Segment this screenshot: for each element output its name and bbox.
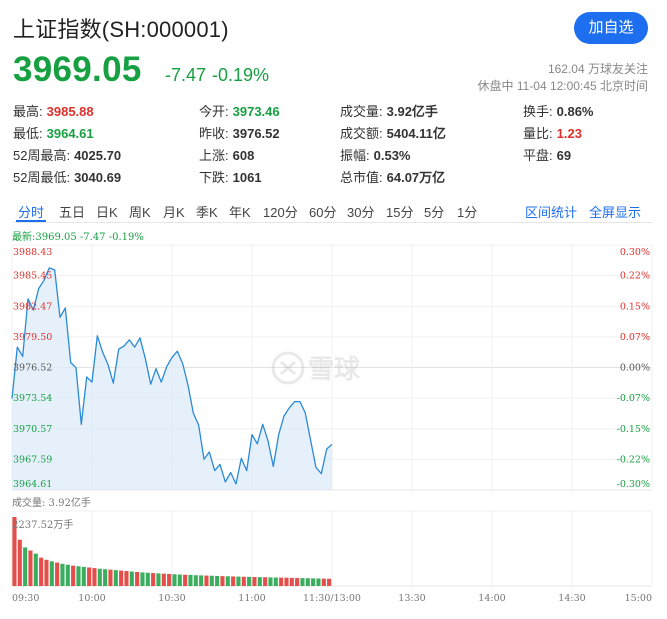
volume-bar [23,547,28,586]
x-tick: 09:30 [12,593,39,604]
volume-bar [44,559,49,586]
volume-bar [156,573,161,586]
volume-bar [252,577,257,586]
volume-bar [295,577,300,586]
y-tick-left: 3976.52 [13,363,52,374]
y-tick-left: 3967.59 [13,454,52,465]
x-tick: 11:00 [238,593,265,604]
volume-bar [177,574,182,586]
volume-bar [87,567,92,586]
volume-bar [151,573,156,586]
x-tick: 10:00 [78,593,105,604]
volume-bar [183,574,188,586]
x-tick: 14:30 [558,593,585,604]
volume-label: 成交量: 3.92亿手 [12,498,91,509]
volume-bar [231,576,236,586]
volume-bar [119,570,124,586]
x-tick: 10:30 [158,593,185,604]
xueqiu-watermark: 雪球 [271,351,361,385]
volume-bar [300,578,305,586]
y-tick-left: 3982.47 [13,301,52,312]
volume-bar [81,566,86,586]
y-tick-right: -0.30% [617,479,650,490]
y-tick-right: 0.22% [620,271,650,282]
volume-bar [257,577,262,586]
volume-bar [65,564,70,586]
volume-bar [129,571,134,586]
y-tick-left: 3988.43 [13,247,52,258]
y-tick-right: -0.22% [617,454,650,465]
x-tick: 14:00 [478,593,505,604]
volume-bar [247,576,252,586]
y-tick-left: 3973.54 [13,393,52,404]
y-tick-right: 0.30% [620,247,650,258]
volume-bar [204,575,209,586]
volume-bar [311,578,316,586]
volume-bar [60,563,65,586]
volume-bar [39,557,44,586]
y-tick-left: 3979.50 [13,332,52,343]
volume-bar [92,568,97,586]
volume-bar [321,578,326,586]
volume-bar [220,576,225,586]
volume-bar [145,572,150,586]
volume-bar [263,577,268,586]
volume-bar [305,578,310,586]
intraday-chart[interactable]: 雪球 3988.43 3985.45 3982.47 3979.50 3976.52 39… [0,0,667,619]
volume-bar [49,561,54,586]
y-tick-right: 0.15% [620,301,650,312]
volume-bar [289,577,294,586]
y-tick-right: -0.07% [617,393,650,404]
volume-bar [76,566,81,586]
volume-bar [225,576,230,586]
x-tick: 13:30 [398,593,425,604]
volume-bar [209,575,214,586]
volume-bar [124,571,129,586]
volume-bar [327,578,332,586]
x-tick: 15:00 [625,593,652,604]
volume-bar [284,577,289,586]
volume-bar [273,577,278,586]
y-tick-right: -0.15% [617,424,650,435]
volume-bar [28,550,33,586]
y-tick-right: 0.00% [620,363,650,374]
volume-bar [236,576,241,586]
volume-bar [167,573,172,586]
volume-bar [103,569,108,586]
volume-bar [161,573,166,586]
y-tick-left: 3985.45 [13,271,52,282]
volume-bar [172,574,177,586]
x-axis: 09:30 10:00 10:30 11:00 11:30/13:00 13:30 14:0… [12,593,652,604]
volume-bar [316,578,321,586]
y-tick-left: 3970.57 [13,424,52,435]
y-tick-right: 0.07% [620,332,650,343]
volume-bar [188,574,193,586]
volume-bar [193,575,198,586]
volume-bar [17,539,22,586]
y-tick-left: 3964.61 [13,479,52,490]
volume-bar [279,577,284,586]
volume-bar [268,577,273,586]
y-axis-right: 0.30% 0.22% 0.15% 0.07% 0.00% -0.07% -0.15% -0.… [617,247,650,490]
volume-bar [215,575,220,586]
volume-bar [135,571,140,586]
volume-bar [97,568,102,586]
volume-max-label: 2237.52万手 [12,520,74,531]
volume-bar [140,572,145,586]
volume-bar [108,569,113,586]
volume-bar [113,570,118,586]
x-tick: 11:30/13:00 [303,593,361,604]
volume-bar [55,562,60,586]
volume-bar [199,575,204,586]
volume-bar [241,576,246,586]
watermark-text: 雪球 [308,355,361,385]
volume-bar [33,553,38,586]
volume-bar [71,565,76,586]
